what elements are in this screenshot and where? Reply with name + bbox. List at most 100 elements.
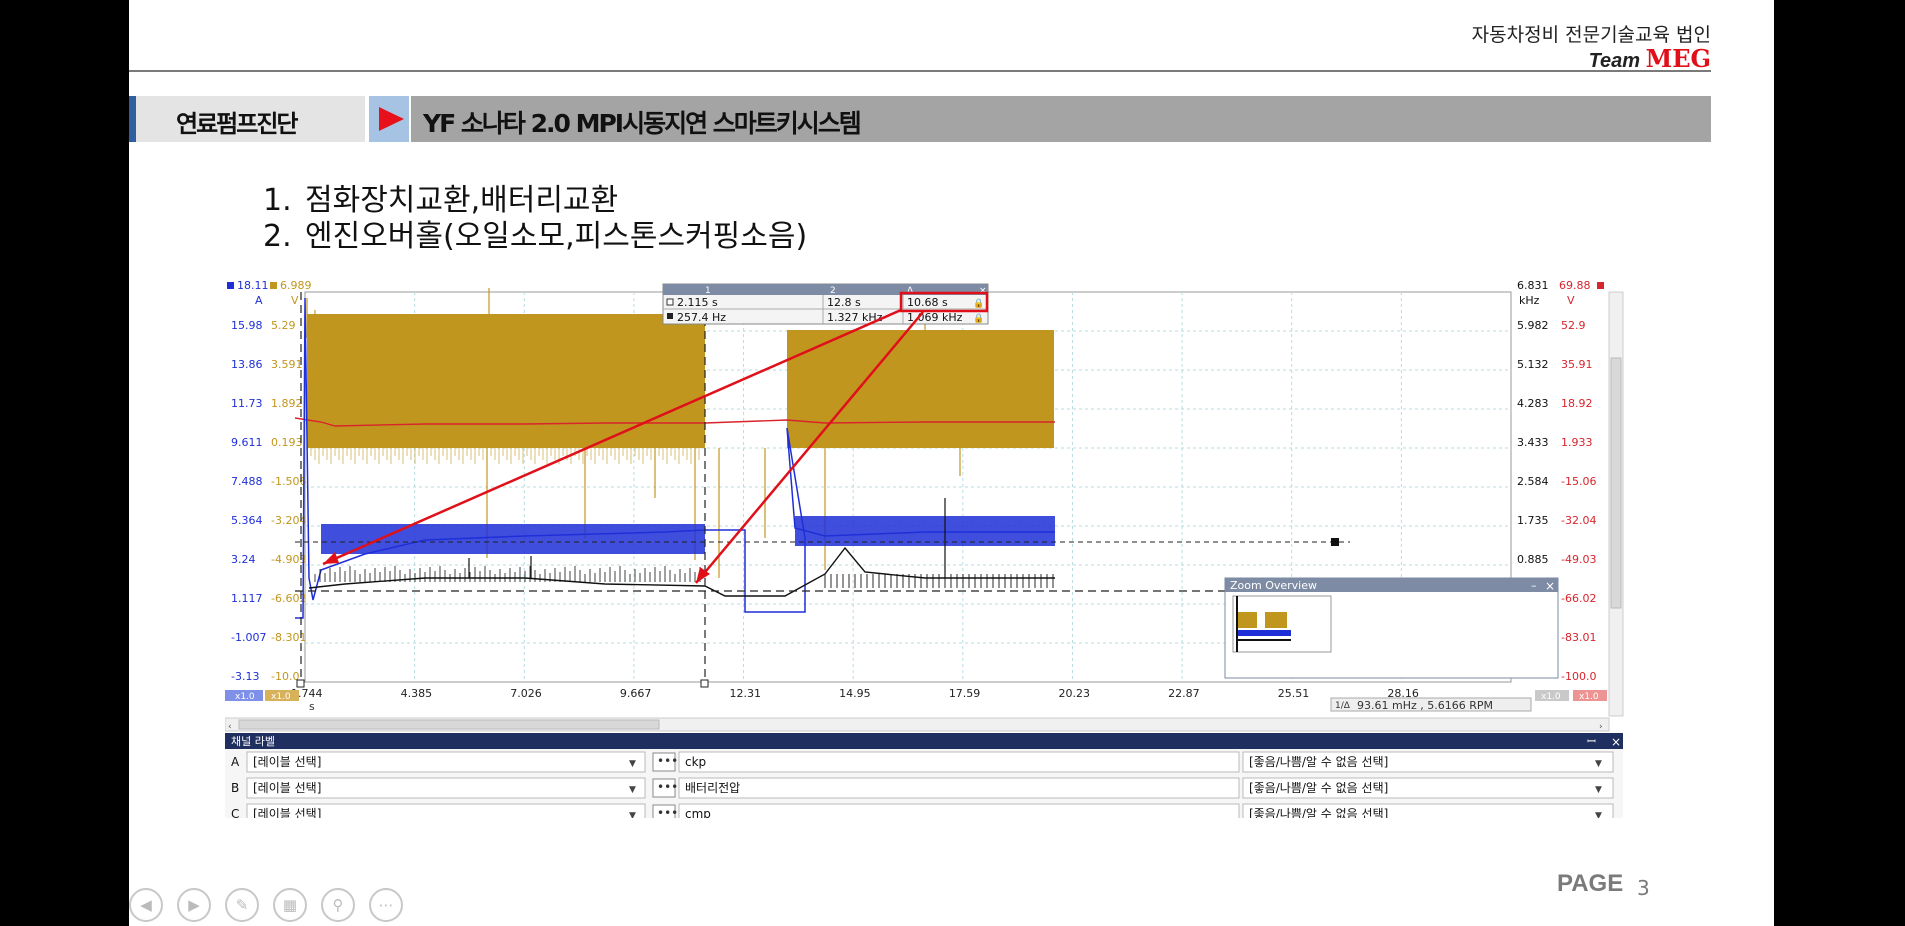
freq-readout: 1/Δ 93.61 mHz , 5.6166 RPM: [1330, 697, 1532, 712]
channel-row: B [레이블 선택] ▼ ••• 배터리전압 [좋음/나쁨/알 수 없음 선택] ▼: [231, 777, 1614, 799]
list-text: 엔진오버홀(오일소모,피스톤스커핑소음): [305, 219, 808, 254]
lock-icon[interactable]: 🔒: [973, 298, 984, 309]
channel-name-input[interactable]: [678, 777, 1240, 799]
axis-b-tick: 0.193: [271, 436, 303, 449]
channel-a-marker[interactable]: [227, 282, 234, 289]
scale-c: x1.0: [1541, 692, 1561, 702]
team-name: MEG: [1645, 44, 1711, 73]
channel-name-input[interactable]: [678, 751, 1240, 773]
trace-b-block: [307, 314, 705, 448]
axis-b-tick: 5.29: [271, 319, 296, 332]
axis-b-top: 6.989: [280, 279, 312, 292]
axis-b-tick: 1.892: [271, 397, 303, 410]
label-select-value: [레이블 선택]: [253, 781, 321, 795]
axis-a-tick: 7.488: [231, 475, 263, 488]
scale-b: x1.0: [271, 692, 291, 702]
axis-d-tick: -83.01: [1561, 631, 1596, 644]
trace-b-block: [787, 330, 1054, 448]
main-title: YF 소나타 2.0 MPI시동지연 스마트키시스템: [423, 109, 862, 138]
scroll-right-icon[interactable]: ›: [1599, 722, 1603, 732]
next-icon[interactable]: ▶: [177, 888, 211, 922]
list-text: 점화장치교환,배터리교환: [305, 183, 619, 218]
ruler-header-1: 1: [705, 286, 711, 296]
axis-d-tick: 35.91: [1561, 358, 1593, 371]
chevron-down-icon: ▼: [1595, 785, 1602, 795]
team-prefix: Team: [1588, 50, 1646, 72]
scroll-thumb[interactable]: [238, 719, 660, 730]
channel-b-marker[interactable]: [270, 282, 277, 289]
ruler-handle[interactable]: [296, 679, 305, 688]
channel-panel-title: 채널 라벨: [231, 735, 275, 748]
scroll-left-icon[interactable]: ‹: [228, 722, 232, 732]
more-icon[interactable]: ⋯: [369, 888, 403, 922]
axis-a-tick: 15.98: [231, 319, 263, 332]
page-number: 3: [1637, 876, 1650, 900]
ruler-table: 1 2 Δ × 2.115 s 12.8 s 10.68 s 257.4 Hz …: [662, 283, 989, 325]
channel-letter: B: [231, 781, 239, 795]
freq-readout-prefix: 1/Δ: [1335, 701, 1351, 711]
zoom-overview-panel[interactable]: Zoom Overview – ×: [1224, 577, 1559, 679]
lock-icon[interactable]: 🔒: [973, 313, 984, 324]
freq-row-icon: [667, 313, 673, 319]
time-row-icon: [666, 298, 674, 306]
zoom-icon[interactable]: ⚲: [321, 888, 355, 922]
ruler-time-1: 2.115 s: [677, 296, 718, 309]
axis-c-tick: 5.982: [1517, 319, 1549, 332]
zoom-overview-title: Zoom Overview: [1230, 579, 1317, 592]
minimize-icon[interactable]: –: [1531, 579, 1537, 592]
ruler-time-2: 12.8 s: [827, 296, 861, 309]
axis-a-tick: 3.24: [231, 553, 256, 566]
axis-c-tick: 3.433: [1517, 436, 1549, 449]
freq-readout-value: 93.61 mHz , 5.6166 RPM: [1357, 699, 1493, 712]
axis-d-tick: -66.02: [1561, 592, 1596, 605]
channel-name-value: 배터리전압: [685, 781, 740, 795]
channel-row: C [레이블 선택] ▼ ••• cmp [좋음/나쁨/알 수 없음 선택] ▼: [231, 803, 1614, 818]
more-icon: •••: [657, 806, 678, 818]
axis-a-tick: 9.611: [231, 436, 263, 449]
axis-a-unit: A: [255, 294, 263, 307]
ruler-time-delta: 10.68 s: [907, 296, 948, 309]
x-tick: 12.31: [730, 687, 762, 700]
scale-a: x1.0: [235, 692, 255, 702]
ruler-handle[interactable]: [700, 679, 709, 688]
close-icon[interactable]: ×: [1545, 579, 1555, 593]
axis-d-tick: -15.06: [1561, 475, 1596, 488]
page-label: PAGE: [1557, 870, 1624, 897]
scale-d: x1.0: [1579, 692, 1599, 702]
axis-b-unit: V: [291, 294, 299, 307]
slide: 자동차정비 전문기술교육 법인 Team MEG 연료펌프진단 YF 소나타 2…: [129, 0, 1774, 926]
pen-icon[interactable]: ✎: [225, 888, 259, 922]
pin-icon[interactable]: ꟷ: [1587, 735, 1596, 748]
horizontal-scrollbar[interactable]: ‹ ›: [225, 717, 1610, 732]
vscroll-thumb[interactable]: [1610, 357, 1622, 609]
more-icon: •••: [657, 780, 678, 794]
ruler-handle[interactable]: [1331, 538, 1339, 546]
axis-c-unit: kHz: [1519, 294, 1540, 307]
x-tick: 9.667: [620, 687, 652, 700]
category-box: 연료펌프진단: [129, 96, 365, 142]
vertical-scrollbar[interactable]: [1608, 291, 1624, 717]
chevron-down-icon: ▼: [1595, 811, 1602, 818]
x-tick: 7.026: [510, 687, 541, 700]
close-icon[interactable]: ×: [1611, 735, 1621, 749]
org-name: 자동차정비 전문기술교육 법인: [1471, 24, 1711, 46]
close-icon[interactable]: ×: [979, 286, 987, 296]
team-logo: Team MEG: [1589, 44, 1711, 73]
channel-d-marker[interactable]: [1597, 282, 1604, 289]
axis-c-top: 6.831: [1517, 279, 1549, 292]
prev-icon[interactable]: ◀: [129, 888, 163, 922]
channel-row: A [레이블 선택] ▼ ••• ckp [좋음/나쁨/알 수 없음 선택] ▼: [231, 751, 1614, 773]
slides-icon[interactable]: ▦: [273, 888, 307, 922]
axis-a-top: 18.11: [237, 279, 269, 292]
channel-label-panel: 채널 라벨 ꟷ × A [레이블 선택] ▼ ••• ckp [좋음/나쁨/알 수 없음 …: [225, 733, 1623, 818]
axis-a-tick: -1.007: [231, 631, 266, 644]
header-divider: [129, 70, 1711, 72]
chevron-down-icon: ▼: [1595, 759, 1602, 769]
axis-d-tick: 52.9: [1561, 319, 1586, 332]
channel-name-input[interactable]: [678, 803, 1240, 818]
axis-c-tick: 2.584: [1517, 475, 1549, 488]
axis-d-tick: -32.04: [1561, 514, 1596, 527]
axis-a-tick: 11.73: [231, 397, 263, 410]
status-select-value: [좋음/나쁨/알 수 없음 선택]: [1249, 755, 1388, 769]
ruler-header-2: 2: [830, 286, 836, 296]
